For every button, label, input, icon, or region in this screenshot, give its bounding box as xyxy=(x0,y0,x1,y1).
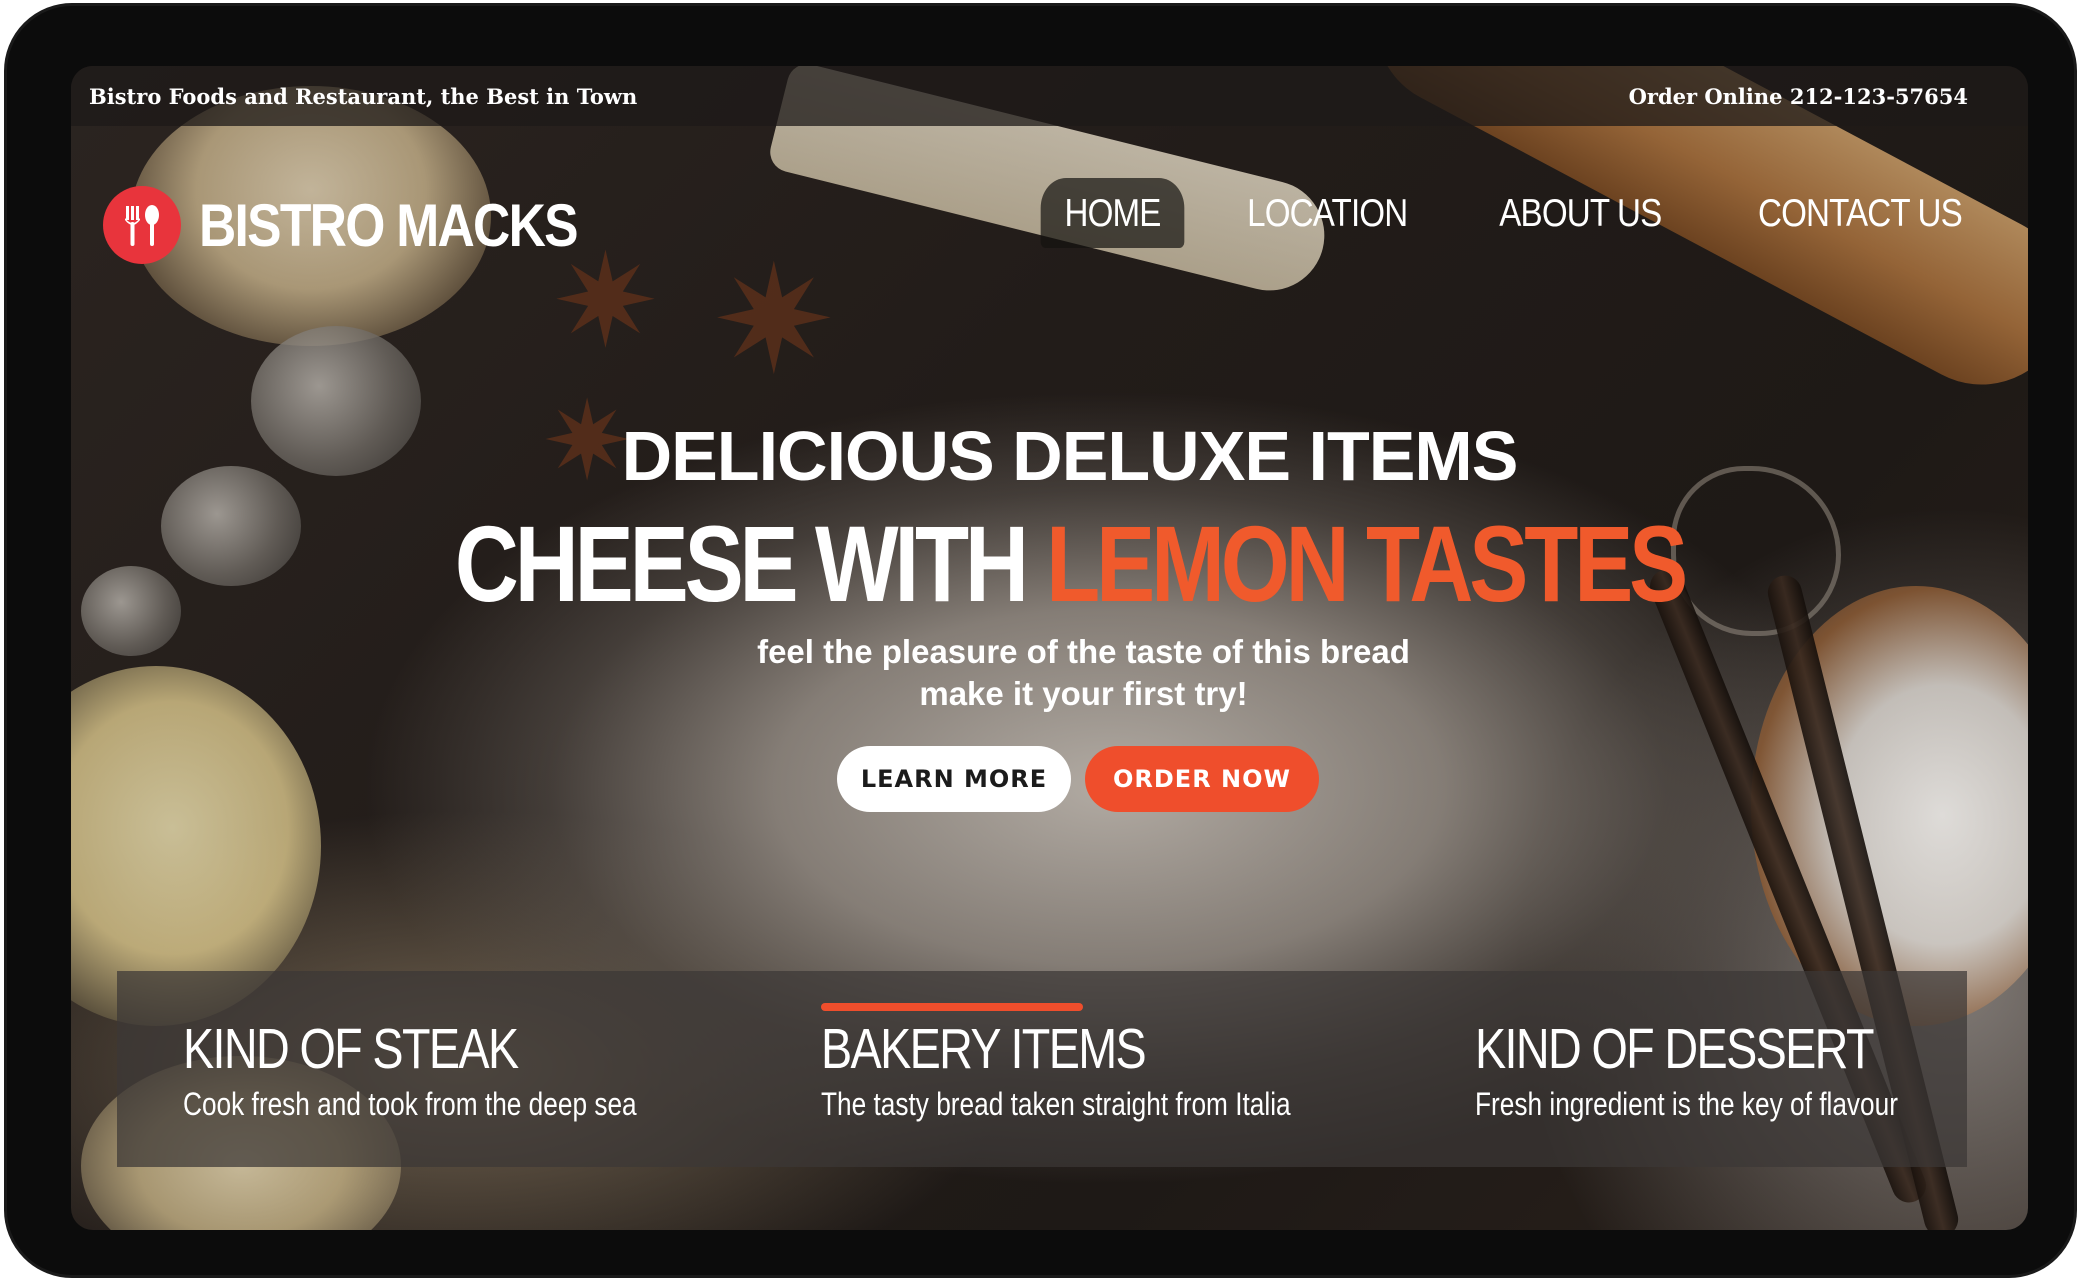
feature-bakery[interactable]: BAKERY ITEMS The tasty bread taken strai… xyxy=(821,1019,1394,1123)
order-now-button[interactable]: ORDER NOW xyxy=(1085,746,1319,812)
hero-title: CHEESE WITH LEMON TASTES xyxy=(91,501,2028,626)
feature-steak[interactable]: KIND OF STEAK Cook fresh and took from t… xyxy=(183,1019,736,1123)
hero-cta-row: LEARN MORE ORDER NOW xyxy=(837,746,1319,812)
hero-title-white: CHEESE WITH xyxy=(454,503,1029,624)
feature-title: KIND OF DESSERT xyxy=(1475,1017,1875,1081)
learn-more-button[interactable]: LEARN MORE xyxy=(837,746,1071,812)
feature-highlight-bar xyxy=(821,1003,1083,1011)
feature-description: Cook fresh and took from the deep sea xyxy=(183,1086,637,1122)
nav-item-location[interactable]: LOCATION xyxy=(1223,178,1431,248)
hero-kicker: DELICIOUS DELUXE ITEMS xyxy=(621,417,1519,495)
brand-logo[interactable]: BISTRO MACKS xyxy=(103,186,638,264)
main-nav: HOME LOCATION ABOUT US CONTACT US xyxy=(1020,178,2008,248)
hero-subtitle-line2: make it your first try! xyxy=(919,675,1248,712)
feature-title: BAKERY ITEMS xyxy=(821,1017,1147,1081)
tagline: Bistro Foods and Restaurant, the Best in… xyxy=(89,83,638,109)
feature-description: The tasty bread taken straight from Ital… xyxy=(821,1086,1291,1122)
brand-name: BISTRO MACKS xyxy=(199,191,579,259)
tablet-frame: ✷ ✷ ✷ Bistro Foods and Restaurant, the B… xyxy=(4,3,2077,1278)
feature-description: Fresh ingredient is the key of flavour xyxy=(1475,1086,1898,1122)
website-screen: ✷ ✷ ✷ Bistro Foods and Restaurant, the B… xyxy=(71,66,2028,1230)
nav-item-contact-us[interactable]: CONTACT US xyxy=(1734,178,1986,248)
feature-title: KIND OF STEAK xyxy=(183,1017,519,1081)
features-strip: KIND OF STEAK Cook fresh and took from t… xyxy=(117,971,1967,1167)
hero-subtitle-line1: feel the pleasure of the taste of this b… xyxy=(757,633,1410,670)
top-info-bar: Bistro Foods and Restaurant, the Best in… xyxy=(71,66,2028,126)
hero-title-accent: LEMON TASTES xyxy=(1046,503,1688,624)
order-online-phone[interactable]: Order Online 212-123-57654 xyxy=(1629,84,1968,109)
feature-dessert[interactable]: KIND OF DESSERT Fresh ingredient is the … xyxy=(1475,1019,1991,1123)
fork-spoon-icon xyxy=(103,186,181,264)
nav-item-about-us[interactable]: ABOUT US xyxy=(1476,178,1686,248)
hero-subtitle: feel the pleasure of the taste of this b… xyxy=(105,631,2028,715)
nav-item-home[interactable]: HOME xyxy=(1040,178,1185,248)
star-anise-icon: ✷ xyxy=(711,234,837,408)
